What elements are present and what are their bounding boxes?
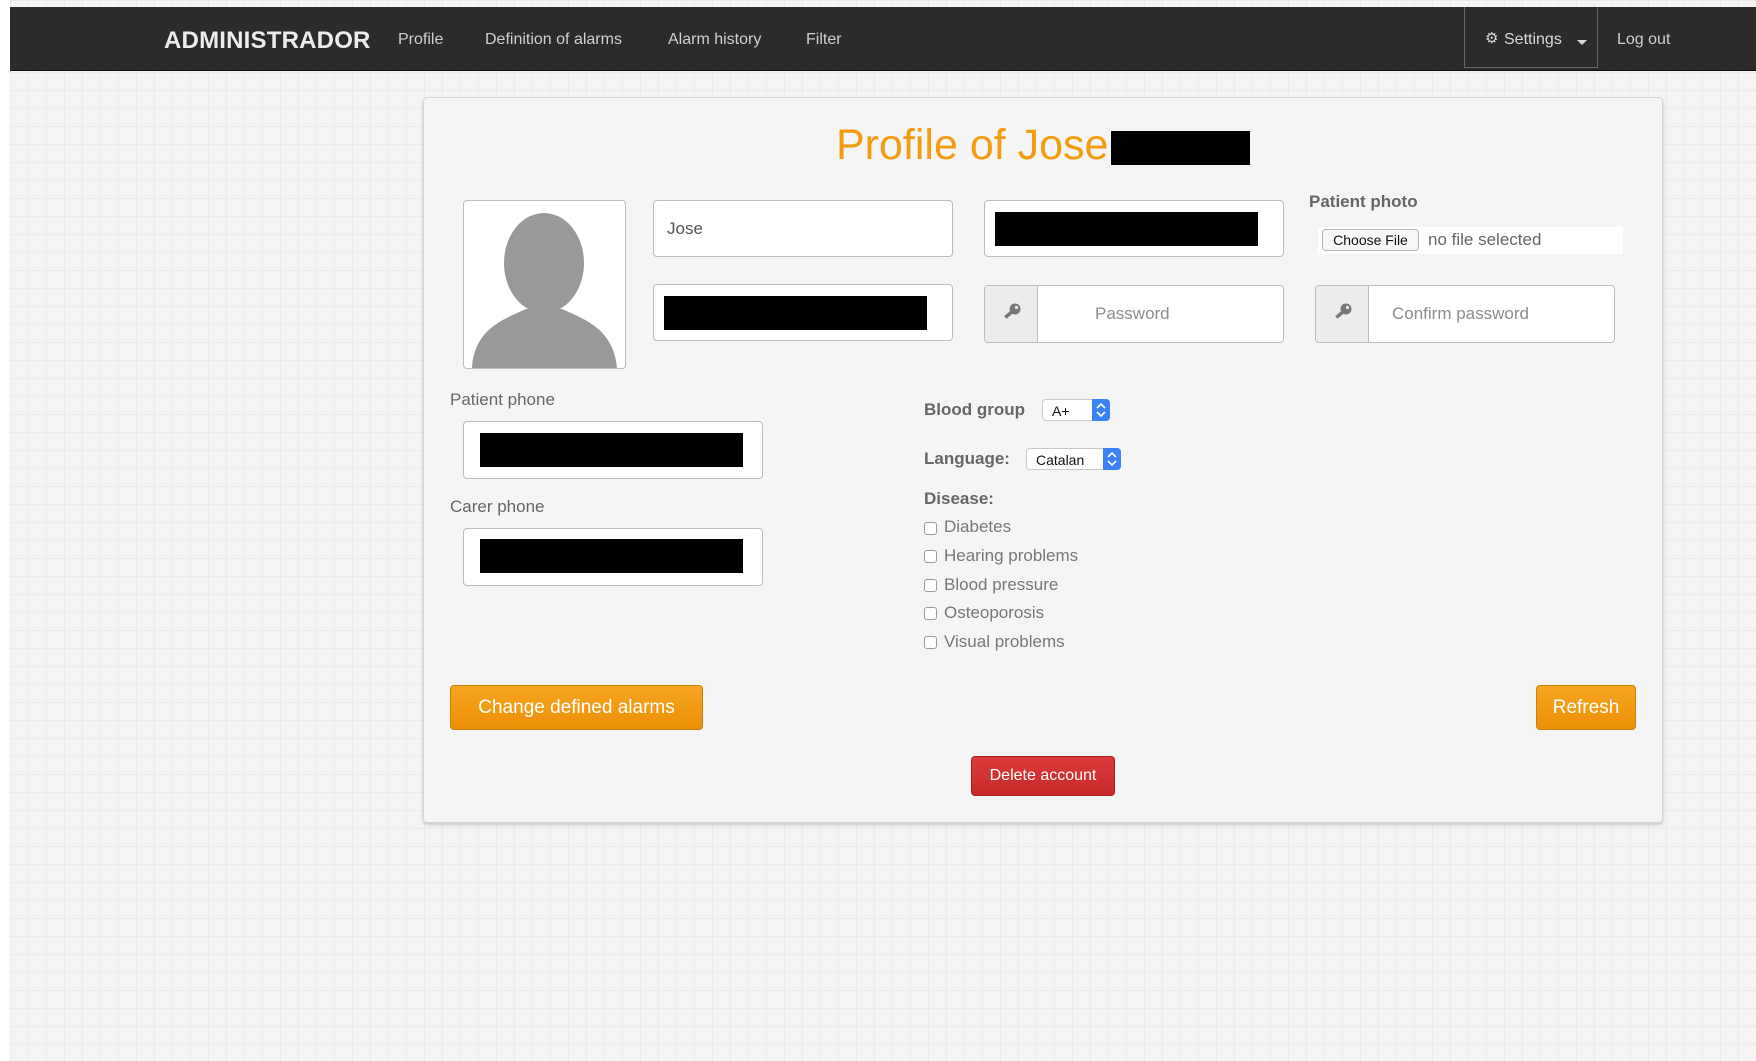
no-file-text: no file selected (1428, 230, 1542, 249)
redacted-patient-phone (480, 433, 743, 467)
disease-label-visual-problems: Visual problems (944, 632, 1065, 651)
patient-photo-label: Patient photo (1309, 192, 1418, 211)
redacted-carer-phone (480, 539, 743, 573)
checkbox-blood-pressure[interactable] (924, 579, 937, 592)
page-title: Profile of Jose (836, 121, 1109, 169)
confirm-password-placeholder: Confirm password (1392, 304, 1529, 323)
chevron-updown-icon (1092, 399, 1110, 421)
carer-phone-label: Carer phone (450, 497, 545, 516)
blood-group-label: Blood group (924, 400, 1026, 419)
nav-filter[interactable]: Filter (806, 31, 842, 49)
caret-down-icon (1577, 40, 1587, 45)
email-field[interactable] (653, 284, 953, 341)
disease-label-blood-pressure: Blood pressure (944, 575, 1059, 594)
first-name-value: Jose (667, 219, 703, 238)
redacted-surname (1111, 131, 1250, 165)
delete-account-button[interactable]: Delete account (971, 756, 1115, 796)
carer-phone-field[interactable] (463, 528, 763, 586)
last-name-field[interactable] (984, 200, 1284, 257)
gear-icon: ⚙ (1485, 30, 1499, 47)
checkbox-osteoporosis[interactable] (924, 607, 937, 620)
blood-group-value: A+ (1052, 403, 1070, 419)
first-name-field[interactable]: Jose (653, 200, 953, 257)
password-addon (985, 286, 1038, 342)
top-navbar: ADMINISTRADOR Profile Definition of alar… (10, 7, 1756, 71)
disease-label-diabetes: Diabetes (944, 517, 1012, 536)
key-icon (1004, 303, 1021, 319)
password-field[interactable]: Password (984, 285, 1284, 343)
confirm-password-field[interactable]: Confirm password (1315, 285, 1615, 343)
avatar (463, 200, 626, 369)
language-value: Catalan (1036, 452, 1085, 468)
language-select[interactable]: Catalan (1026, 448, 1121, 470)
brand-logo[interactable]: ADMINISTRADOR (164, 27, 371, 55)
settings-dropdown-button[interactable]: ⚙ Settings (1464, 7, 1598, 68)
password-placeholder: Password (1095, 304, 1170, 323)
patient-phone-label: Patient phone (450, 390, 555, 409)
nav-definition-of-alarms[interactable]: Definition of alarms (485, 31, 622, 49)
choose-file-button[interactable]: Choose File (1322, 229, 1419, 251)
refresh-button[interactable]: Refresh (1536, 685, 1636, 730)
checkbox-diabetes[interactable] (924, 522, 937, 535)
nav-profile[interactable]: Profile (398, 31, 443, 49)
patient-phone-field[interactable] (463, 421, 763, 479)
nav-alarm-history[interactable]: Alarm history (668, 31, 761, 49)
blood-group-select[interactable]: A+ (1042, 399, 1110, 421)
disease-label: Disease: (924, 489, 994, 508)
change-defined-alarms-button[interactable]: Change defined alarms (450, 685, 703, 730)
settings-label: Settings (1504, 31, 1562, 48)
confirm-password-addon (1316, 286, 1369, 342)
patient-photo-input[interactable]: Choose File no file selected (1318, 227, 1623, 254)
chevron-updown-icon (1103, 448, 1121, 470)
redacted-email (664, 296, 927, 330)
disease-label-hearing-problems: Hearing problems (944, 546, 1079, 565)
redacted-last-name (995, 212, 1258, 246)
language-label: Language: (924, 449, 1010, 468)
checkbox-hearing-problems[interactable] (924, 550, 937, 563)
checkbox-visual-problems[interactable] (924, 636, 937, 649)
user-silhouette-icon (472, 213, 617, 368)
key-icon (1335, 303, 1352, 319)
logout-link[interactable]: Log out (1617, 31, 1670, 49)
disease-label-osteoporosis: Osteoporosis (944, 603, 1045, 622)
